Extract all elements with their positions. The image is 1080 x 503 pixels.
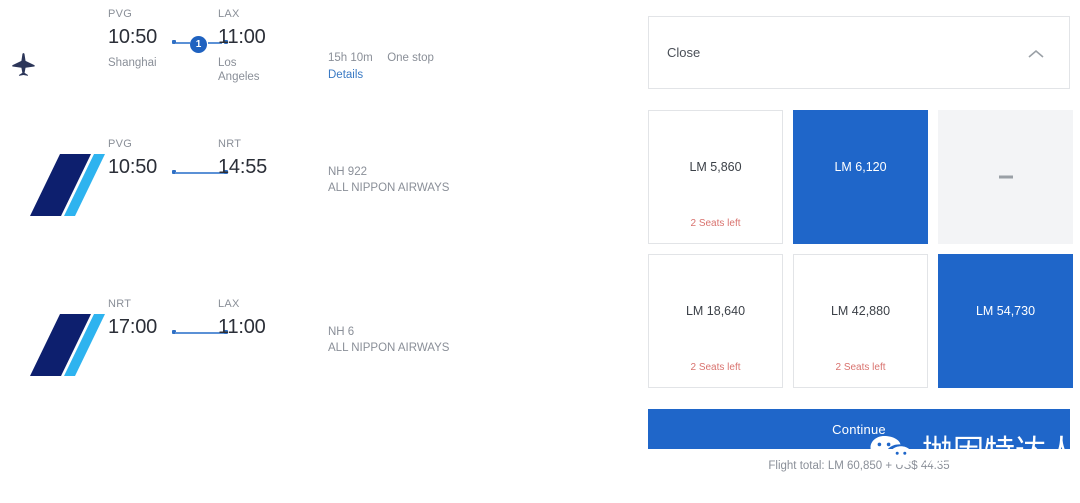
continue-button-label: Continue	[832, 421, 886, 437]
segment-flight-info: NH 6 ALL NIPPON AIRWAYS	[328, 324, 608, 356]
fare-price: LM 42,880	[830, 304, 891, 318]
segment-departure-code: NRT	[108, 298, 132, 310]
flight-number: NH 922	[328, 166, 367, 178]
airplane-icon	[8, 50, 38, 80]
duration-stops-line: 15h 10m One stop	[328, 52, 608, 64]
fare-seats-left: 2 Seats left	[690, 218, 741, 229]
segment-arrival: NRT 14:55	[218, 138, 322, 180]
chevron-up-icon[interactable]	[1027, 47, 1045, 59]
close-bar[interactable]: Close	[648, 16, 1070, 89]
fare-panel: Close LM 5,860 2 Seats left LM 6,120 LM …	[648, 16, 1073, 472]
ana-logo	[8, 146, 108, 224]
summary-times: PVG 10:50 Shanghai 1 LAX 11:00 Los Angel…	[108, 8, 348, 108]
fare-seats-left: 2 Seats left	[835, 362, 886, 373]
segment-arrival-code: LAX	[218, 298, 240, 310]
departure-city: Shanghai	[108, 57, 157, 69]
flight-selection-screen: PVG 10:50 Shanghai 1 LAX 11:00 Los Angel…	[0, 0, 1080, 503]
flight-number: NH 6	[328, 326, 355, 338]
segment-arrival-time: 14:55	[218, 156, 268, 178]
continue-button[interactable]: Continue	[648, 409, 1070, 449]
segment-times: NRT 17:00 LAX 11:00	[108, 298, 348, 398]
arrival-city: Los Angeles	[218, 57, 260, 83]
segment-arrival-code: NRT	[218, 138, 242, 150]
fare-price: LM 6,120	[834, 160, 887, 174]
itinerary-summary-row: PVG 10:50 Shanghai 1 LAX 11:00 Los Angel…	[0, 8, 640, 118]
details-link[interactable]: Details	[328, 69, 363, 81]
fare-card[interactable]: LM 6,120	[793, 110, 928, 244]
unavailable-dash-icon	[998, 175, 1013, 179]
segment-row: PVG 10:50 NRT 14:55 NH 922 ALL NIPPON AI…	[0, 138, 640, 248]
airline-name: ALL NIPPON AIRWAYS	[328, 342, 450, 354]
fare-price: LM 5,860	[689, 160, 742, 174]
departure-airport-code: PVG	[108, 8, 133, 20]
ana-logo	[8, 306, 108, 384]
fare-card-unavailable	[938, 110, 1073, 244]
fare-card[interactable]: LM 54,730	[938, 254, 1073, 388]
segment-row: NRT 17:00 LAX 11:00 NH 6 ALL NIPPON AIRW…	[0, 298, 640, 408]
fare-price: LM 18,640	[685, 304, 746, 318]
fare-card[interactable]: LM 18,640 2 Seats left	[648, 254, 783, 388]
segment-departure-code: PVG	[108, 138, 133, 150]
fare-seats-left: 2 Seats left	[690, 362, 741, 373]
segment-arrival: LAX 11:00	[218, 298, 322, 340]
itinerary-panel: PVG 10:50 Shanghai 1 LAX 11:00 Los Angel…	[0, 0, 640, 503]
segment-flight-info: NH 922 ALL NIPPON AIRWAYS	[328, 164, 608, 196]
summary-arrival: LAX 11:00 Los Angeles	[218, 8, 322, 84]
fare-grid: LM 5,860 2 Seats left LM 6,120 LM 18,640…	[648, 110, 1073, 388]
close-label: Close	[667, 45, 701, 60]
arrival-time: 11:00	[218, 26, 266, 48]
stops-label: One stop	[387, 52, 434, 64]
stop-count-badge: 1	[190, 36, 207, 53]
fare-price: LM 54,730	[975, 304, 1036, 318]
fare-card[interactable]: LM 42,880 2 Seats left	[793, 254, 928, 388]
segment-arrival-time: 11:00	[218, 316, 266, 338]
fare-card[interactable]: LM 5,860 2 Seats left	[648, 110, 783, 244]
arrival-airport-code: LAX	[218, 8, 240, 20]
summary-meta: 15h 10m One stop Details	[328, 52, 608, 83]
airline-name: ALL NIPPON AIRWAYS	[328, 182, 450, 194]
flight-total: Flight total: LM 60,850 + US$ 44.35	[768, 460, 950, 472]
flight-duration: 15h 10m	[328, 52, 373, 64]
segment-times: PVG 10:50 NRT 14:55	[108, 138, 348, 238]
